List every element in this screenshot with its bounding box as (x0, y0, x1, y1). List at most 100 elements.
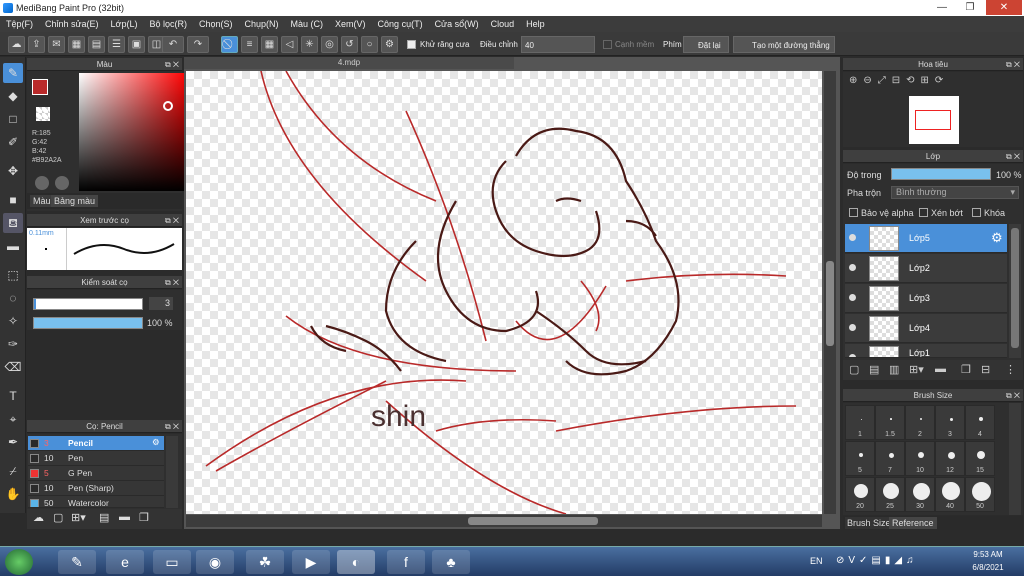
tab-brush-size[interactable]: Brush Size (845, 517, 893, 529)
blend-mode-select[interactable]: Bình thường ▾ (891, 186, 1019, 199)
curve-snap-icon[interactable]: ↺ (341, 36, 358, 53)
magic-wand-icon[interactable]: ✧ (3, 311, 23, 331)
folder-icon[interactable]: ▭ (153, 550, 191, 574)
panel-close-icon[interactable]: ⧉ ✕ (1006, 389, 1020, 402)
brush-size-cell[interactable]: 1.5 (875, 405, 905, 440)
color-picker-handle[interactable] (163, 101, 173, 111)
brush-size-cell[interactable]: 7 (875, 441, 905, 476)
panel-close-icon[interactable]: ⧉ ✕ (1006, 150, 1020, 163)
layer-opacity-slider[interactable] (891, 168, 991, 180)
comment-icon[interactable]: ✉ (48, 36, 65, 53)
paint-app-icon[interactable]: ✎ (58, 550, 96, 574)
new-brush-icon[interactable]: ▢ (53, 511, 63, 524)
panel-icon[interactable]: ▣ (128, 36, 145, 53)
select-eraser-icon[interactable]: ⌫ (3, 357, 23, 377)
brush-size-cell[interactable]: 3 (935, 405, 965, 440)
menu-help[interactable]: Help (520, 19, 551, 29)
color-settings-icon[interactable] (55, 176, 69, 190)
redo-icon[interactable]: ↷ (187, 36, 209, 53)
brush-size-cell[interactable]: 10 (905, 441, 935, 476)
brush-size-cell[interactable]: 20 (845, 477, 875, 512)
eye-icon[interactable] (849, 234, 856, 241)
lock-checkbox[interactable] (972, 208, 981, 217)
new-halftone-layer-icon[interactable]: ▤ (869, 363, 879, 376)
brush-item-gpen[interactable]: 5 G Pen (28, 466, 164, 481)
rect-select-icon[interactable]: ⬚ (3, 265, 23, 285)
select-pen-icon[interactable]: ✐ (3, 132, 23, 152)
language-indicator[interactable]: EN (810, 556, 823, 566)
saturation-value-picker[interactable] (79, 73, 187, 191)
ie-icon[interactable]: e (106, 550, 144, 574)
operation-tool-icon[interactable]: ⌖ (3, 409, 23, 429)
text-tool-icon[interactable]: T (3, 386, 23, 406)
share-icon[interactable]: ⇪ (28, 36, 45, 53)
clip-checkbox[interactable] (919, 208, 928, 217)
medibang-taskbar-icon[interactable]: ◐ (337, 550, 375, 574)
reset-button[interactable]: Đặt lại (683, 36, 729, 53)
duplicate-layer-icon[interactable]: ❐ (961, 363, 971, 376)
navigator-buttons[interactable]: ⊕⊖⤢⊟⟲⊞⟳ (849, 75, 1017, 93)
panel-close-icon[interactable]: ⧉ ✕ (165, 420, 179, 433)
brush-item-pen[interactable]: 10 Pen (28, 451, 164, 466)
menu-snap[interactable]: Chụp(N) (239, 19, 285, 29)
delete-layer-icon[interactable]: ⋮ (1005, 363, 1016, 376)
menu-window[interactable]: Cửa sổ(W) (429, 19, 485, 29)
eyedropper-tool-icon[interactable]: ⌿ (3, 461, 23, 481)
clock-date[interactable]: 6/8/2021 (966, 563, 1010, 572)
brush-opacity-slider[interactable] (33, 317, 143, 329)
secondary-color-swatch[interactable] (36, 107, 50, 121)
vanishing-snap-icon[interactable]: ◁ (281, 36, 298, 53)
brush-folder-icon[interactable]: ▬ (119, 511, 130, 523)
copy-layer-icon[interactable]: ▥ (889, 363, 899, 376)
brush-size-cell[interactable]: 30 (905, 477, 935, 512)
brush-size-cell[interactable]: 15 (965, 441, 995, 476)
gradient-tool-icon[interactable]: ▬ (3, 236, 23, 256)
brush-item-watercolor[interactable]: 50 Watercolor (28, 496, 164, 508)
close-button[interactable]: ✕ (986, 0, 1022, 15)
tray-icons[interactable]: ⊘V✓▤▮◢♫ (836, 555, 918, 566)
brush-size-cell[interactable]: 40 (935, 477, 965, 512)
facebook-icon[interactable]: f (387, 550, 425, 574)
brush-size-cell[interactable]: 1 (845, 405, 875, 440)
hand-tool-icon[interactable]: ✋ (3, 484, 23, 504)
fill-rect-icon[interactable]: ■ (3, 190, 23, 210)
cloud-brush-icon[interactable]: ☁ (33, 511, 44, 524)
brush-settings-icon[interactable]: ▤ (99, 511, 109, 524)
menu-layer[interactable]: Lớp(L) (105, 19, 144, 29)
layer-row[interactable]: Lớp3 (845, 284, 1007, 313)
create-line-button[interactable]: Tạo một đường thẳng (733, 36, 835, 53)
layers-scrollbar[interactable] (1009, 224, 1021, 358)
parallel-snap-icon[interactable]: ≡ (241, 36, 258, 53)
radial-snap-icon[interactable]: ✳ (301, 36, 318, 53)
game-icon[interactable]: ♣ (432, 550, 470, 574)
brush-list-scrollbar[interactable] (166, 436, 178, 508)
grid-icon[interactable]: ▦ (68, 36, 85, 53)
drawing-canvas[interactable]: shin (186, 71, 822, 514)
adjust-input[interactable]: 40 (521, 36, 595, 53)
menu-view[interactable]: Xem(V) (329, 19, 372, 29)
add-layer-menu-icon[interactable]: ⊞▾ (909, 363, 924, 376)
navigator-viewport[interactable] (915, 110, 951, 130)
lasso-select-icon[interactable]: ◌ (3, 288, 23, 308)
dot-tool-icon[interactable]: □ (3, 109, 23, 129)
canvas-horizontal-thumb[interactable] (468, 517, 598, 525)
panel-close-icon[interactable]: ⧉ ✕ (165, 214, 179, 227)
tab-reference[interactable]: Reference (889, 517, 937, 529)
merge-layer-icon[interactable]: ⊟ (981, 363, 990, 376)
snap-settings-icon[interactable]: ⚙ (381, 36, 398, 53)
menu-filter[interactable]: Bộ lọc(R) (143, 19, 193, 29)
media-icon[interactable]: ▶ (292, 550, 330, 574)
brush-size-scrollbar[interactable] (1009, 403, 1021, 515)
gear-icon[interactable]: ⚙ (991, 230, 1003, 246)
brush-size-cell[interactable]: 4 (965, 405, 995, 440)
brush-tool-icon[interactable]: ✎ (3, 63, 23, 83)
eye-icon[interactable] (849, 324, 856, 331)
coccoc-icon[interactable]: ☘ (246, 550, 284, 574)
panel-close-icon[interactable]: ⧉ ✕ (1006, 58, 1020, 71)
menu-cloud[interactable]: Cloud (485, 19, 521, 29)
new-layer-icon[interactable]: ▢ (849, 363, 859, 376)
eye-icon[interactable] (849, 354, 856, 357)
circle-snap-icon[interactable]: ◎ (321, 36, 338, 53)
maximize-button[interactable]: ❐ (958, 0, 982, 15)
primary-color-swatch[interactable] (32, 79, 48, 95)
